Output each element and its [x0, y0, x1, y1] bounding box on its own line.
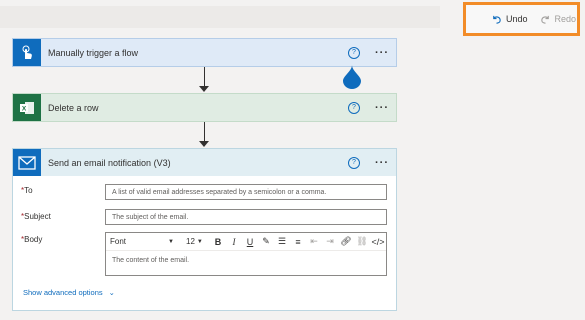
step-title: Manually trigger a flow: [48, 47, 139, 58]
highlight-pen-icon[interactable]: ✎: [258, 236, 274, 247]
undo-button[interactable]: Undo: [491, 14, 528, 25]
show-advanced-options-link[interactable]: Show advanced options ⌄: [23, 288, 115, 297]
undo-icon: [493, 15, 501, 24]
font-size-select[interactable]: 12 ▼: [186, 237, 210, 246]
more-options-icon[interactable]: ···: [375, 47, 389, 58]
redo-icon: [540, 15, 549, 24]
subject-label: *Subject: [21, 212, 51, 221]
italic-button[interactable]: I: [226, 237, 242, 247]
step-card-trigger[interactable]: Manually trigger a flow ? ···: [12, 38, 397, 67]
svg-text:X: X: [22, 105, 27, 112]
chevron-down-icon: ▼: [168, 238, 174, 245]
help-icon[interactable]: ?: [348, 101, 360, 114]
undo-redo-highlight: Undo Redo: [463, 2, 580, 36]
excel-icon: X: [13, 94, 41, 121]
top-strip: [0, 6, 440, 28]
step-title: Send an email notification (V3): [48, 157, 171, 168]
chevron-down-icon: ⌄: [108, 288, 115, 297]
code-view-icon[interactable]: </>: [370, 237, 386, 247]
connector-arrow-icon: [199, 86, 209, 92]
mail-icon: [13, 149, 41, 176]
connector-line: [204, 122, 205, 142]
step-card-send-email[interactable]: Send an email notification (V3) ? ··· *T…: [12, 148, 397, 311]
decrease-indent-icon[interactable]: ⇤: [306, 236, 322, 247]
numbered-list-icon[interactable]: ≡: [290, 237, 306, 247]
increase-indent-icon[interactable]: ⇥: [322, 236, 338, 247]
more-options-icon[interactable]: ···: [375, 102, 389, 113]
help-icon[interactable]: ?: [348, 156, 360, 169]
chevron-down-icon: ▼: [196, 238, 203, 245]
undo-label: Undo: [506, 14, 528, 24]
subject-field[interactable]: The subject of the email.: [105, 209, 387, 225]
body-editor[interactable]: Font ▼ 12 ▼ B I U ✎ ☰ ≡ ⇤ ⇥ 🔗︎ ⛓︎ </> Th…: [105, 232, 387, 276]
unlink-icon[interactable]: ⛓︎: [354, 236, 370, 247]
redo-label: Redo: [554, 14, 577, 24]
drop-pin-icon[interactable]: [343, 65, 361, 89]
connector-arrow-icon: [199, 141, 209, 147]
touch-icon: [13, 39, 41, 66]
bold-button[interactable]: B: [210, 237, 226, 247]
link-icon[interactable]: 🔗︎: [338, 236, 354, 247]
step-header[interactable]: Send an email notification (V3) ? ···: [13, 149, 396, 176]
more-options-icon[interactable]: ···: [375, 157, 389, 168]
step-card-delete-row[interactable]: X Delete a row ? ···: [12, 93, 397, 122]
bullet-list-icon[interactable]: ☰: [274, 236, 290, 247]
font-select[interactable]: Font ▼: [106, 237, 178, 246]
step-title: Delete a row: [48, 102, 99, 113]
to-field[interactable]: A list of valid email addresses separate…: [105, 184, 387, 200]
step-header[interactable]: X Delete a row ? ···: [13, 94, 396, 121]
connector-line: [204, 67, 205, 87]
body-label: *Body: [21, 235, 43, 244]
body-content[interactable]: The content of the email.: [106, 251, 386, 270]
underline-button[interactable]: U: [242, 237, 258, 247]
step-header[interactable]: Manually trigger a flow ? ···: [13, 39, 396, 66]
help-icon[interactable]: ?: [348, 46, 360, 59]
to-label: *To: [21, 186, 33, 195]
redo-button[interactable]: Redo: [540, 14, 577, 25]
editor-toolbar: Font ▼ 12 ▼ B I U ✎ ☰ ≡ ⇤ ⇥ 🔗︎ ⛓︎ </>: [106, 233, 386, 251]
